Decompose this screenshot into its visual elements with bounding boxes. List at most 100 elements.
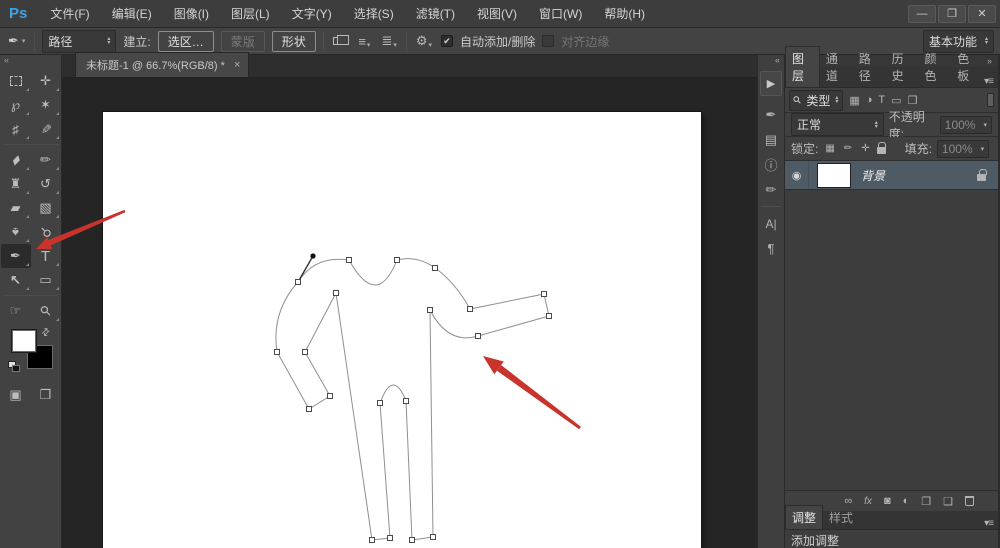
menu-window[interactable]: 窗口(W) — [528, 0, 593, 28]
delete-layer-button[interactable] — [965, 496, 974, 506]
filter-pixel-layers-icon[interactable]: ▦ — [849, 94, 859, 107]
lock-all-icon[interactable] — [876, 142, 887, 154]
make-shape-button[interactable]: 形状 — [271, 30, 316, 52]
close-button[interactable]: ✕ — [968, 4, 996, 23]
rectangle-tool[interactable]: ▭ — [31, 268, 61, 292]
collapsed-panel-dock: « ▶ ✒ ▤ ⓘ ✏ A| ¶ — [757, 55, 785, 548]
brush-presets-panel-button[interactable]: ✏ — [758, 177, 784, 202]
move-tool[interactable]: ✛ — [31, 69, 61, 93]
magic-wand-tool[interactable]: ✶ — [31, 93, 61, 117]
lock-transparent-pixels-icon[interactable]: ▦ — [823, 143, 836, 154]
blend-mode-select[interactable]: 正常 ▴ ▾ — [791, 113, 884, 136]
filter-toggle-switch[interactable] — [987, 93, 994, 107]
document-tab-bar: 未标题-1 @ 66.7%(RGB/8) * × — [62, 52, 757, 78]
dock-collapse[interactable]: « — [775, 55, 784, 68]
maximize-button[interactable]: ❐ — [938, 4, 966, 23]
dodge-tool[interactable]: ⚲ — [31, 220, 61, 244]
tab-adjustments[interactable]: 调整 — [785, 505, 824, 529]
tab-paths[interactable]: 路径 — [853, 47, 886, 87]
layer-style-button[interactable]: fx — [864, 496, 872, 507]
crop-tool[interactable]: ♯ — [1, 117, 31, 141]
tab-layers[interactable]: 图层 — [785, 46, 820, 87]
tool-preset-picker[interactable]: ✒ ▾ — [6, 33, 27, 49]
default-colors-icon[interactable] — [8, 361, 20, 372]
lock-image-pixels-icon[interactable]: ✏ — [842, 143, 854, 154]
eraser-icon: ▰ — [10, 200, 21, 215]
path-arrangement-button[interactable]: ≣ ▾ — [379, 33, 398, 49]
brush-tool[interactable]: ✏ — [31, 148, 61, 172]
path-alignment-button[interactable]: ≡ ▾ — [356, 34, 372, 49]
menu-file[interactable]: 文件(F) — [39, 0, 100, 28]
spinner-icon: ▴ ▾ — [874, 119, 878, 130]
filter-adjustment-layers-icon[interactable]: ◑ — [866, 94, 873, 106]
add-layer-mask-button[interactable]: ◙ — [884, 495, 891, 507]
character-panel-button[interactable]: A| — [758, 211, 784, 236]
tool-mode-select[interactable]: 路径 ▴ ▾ — [42, 29, 117, 53]
menu-help[interactable]: 帮助(H) — [593, 0, 656, 28]
layer-list-empty[interactable] — [785, 190, 998, 490]
swap-colors-icon[interactable]: ⇄ — [39, 326, 53, 340]
tab-swatches[interactable]: 色板 — [951, 47, 984, 87]
new-group-button[interactable]: ❐ — [921, 495, 931, 508]
layer-row-background[interactable]: ◉ 背景 — [785, 161, 998, 190]
zoom-tool[interactable]: ⚲ — [31, 299, 61, 323]
screen-mode-button[interactable]: ❐ — [31, 383, 61, 407]
quick-mask-button[interactable]: ▣ — [1, 383, 31, 407]
panel-menu-icon[interactable]: ▾≡ — [984, 518, 998, 529]
filter-type-layers-icon[interactable]: T — [878, 94, 885, 106]
blur-drop-icon: ♠ — [12, 224, 19, 240]
menu-filter[interactable]: 滤镜(T) — [405, 0, 466, 28]
make-selection-button[interactable]: 选区… — [157, 30, 214, 52]
tab-history[interactable]: 历史 — [886, 47, 919, 87]
menu-layer[interactable]: 图层(L) — [220, 0, 281, 28]
type-tool[interactable]: T — [31, 244, 61, 268]
separator — [322, 31, 324, 51]
menu-view[interactable]: 视图(V) — [466, 0, 528, 28]
rectangular-marquee-tool[interactable] — [1, 69, 31, 93]
foreground-color-swatch[interactable] — [11, 329, 37, 353]
actions-panel-button[interactable]: ▶ — [760, 71, 782, 96]
properties-panel-button[interactable]: ▤ — [758, 127, 784, 152]
eraser-tool[interactable]: ▰ — [1, 196, 31, 220]
paint-bucket-tool[interactable]: ▧ — [31, 196, 61, 220]
panels-collapse[interactable]: » — [987, 56, 992, 66]
eyedropper-tool[interactable]: ✎ — [31, 117, 61, 141]
spot-healing-brush-tool[interactable]: ▰ — [1, 148, 31, 172]
marquee-icon — [9, 76, 22, 86]
new-adjustment-layer-button[interactable]: ◐ — [903, 495, 910, 507]
path-selection-tool[interactable]: ↖ — [1, 268, 31, 292]
menu-select[interactable]: 选择(S) — [343, 0, 405, 28]
document-tab[interactable]: 未标题-1 @ 66.7%(RGB/8) * × — [75, 52, 250, 77]
document-canvas[interactable] — [103, 112, 701, 548]
layer-thumbnail[interactable] — [817, 162, 851, 188]
filter-type-select[interactable]: ⚲ 类型 ▴ ▾ — [789, 89, 844, 111]
layer-visibility-toggle[interactable]: ◉ — [785, 161, 809, 189]
filter-shape-layers-icon[interactable]: ▭ — [891, 94, 901, 107]
menu-image[interactable]: 图像(I) — [163, 0, 220, 28]
path-operations-button[interactable]: ▾ — [331, 35, 350, 45]
history-brush-tool[interactable]: ↺ — [31, 172, 61, 196]
tab-styles[interactable]: 样式 — [823, 506, 859, 529]
lock-position-icon[interactable]: ✛ — [859, 143, 871, 154]
pen-options-gear-button[interactable]: ⚙ ▾ — [414, 33, 434, 49]
filter-smart-objects-icon[interactable]: ❒ — [908, 94, 918, 107]
auto-add-delete-checkbox[interactable]: ✔ — [441, 35, 454, 47]
paragraph-panel-button[interactable]: ¶ — [758, 236, 784, 261]
lasso-tool[interactable]: ℘ — [1, 93, 31, 117]
panel-menu-icon[interactable]: ▾≡ — [984, 76, 998, 87]
tab-color[interactable]: 颜色 — [918, 47, 951, 87]
menu-edit[interactable]: 编辑(E) — [101, 0, 163, 28]
clone-stamp-tool[interactable]: ♜ — [1, 172, 31, 196]
menu-type[interactable]: 文字(Y) — [281, 0, 343, 28]
tool-presets-panel-button[interactable]: ✒ — [758, 102, 784, 127]
toolbar-collapse[interactable]: « — [0, 55, 61, 69]
tab-channels[interactable]: 通道 — [820, 47, 853, 87]
hand-tool[interactable]: ☞ — [1, 299, 31, 323]
blur-tool[interactable]: ♠ — [1, 220, 31, 244]
spinner-icon: ▴ ▾ — [107, 36, 111, 46]
info-panel-button[interactable]: ⓘ — [758, 152, 784, 177]
minimize-button[interactable]: — — [908, 4, 936, 23]
tab-close-icon[interactable]: × — [234, 59, 240, 71]
pen-tool[interactable]: ✒ — [0, 244, 31, 268]
new-layer-button[interactable]: ❏ — [943, 495, 953, 508]
